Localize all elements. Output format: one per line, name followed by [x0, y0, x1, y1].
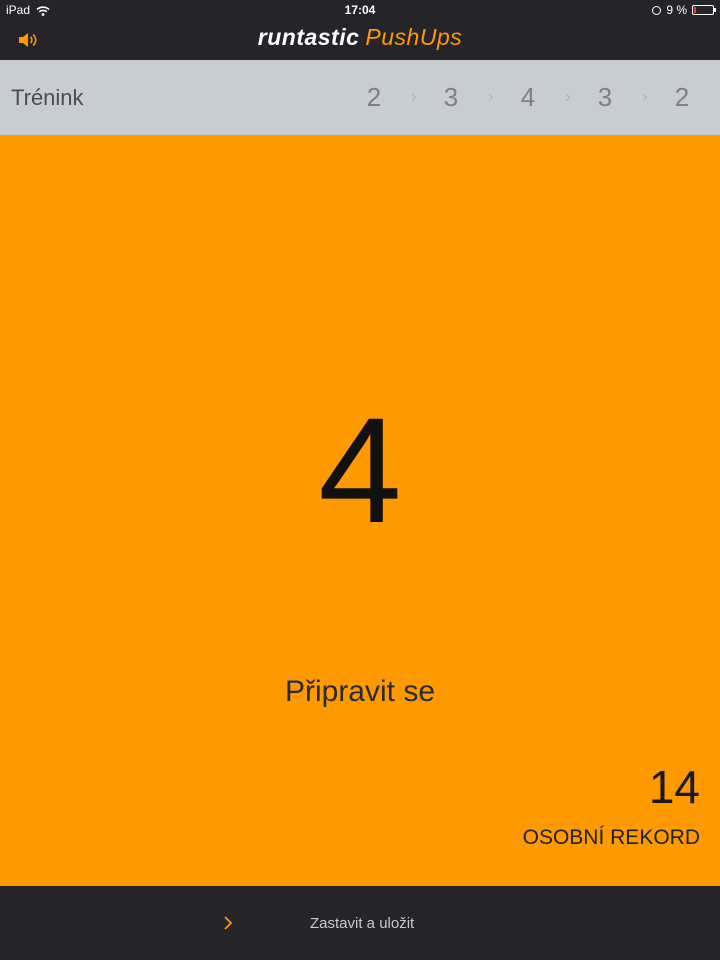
set-item: 2: [674, 82, 690, 112]
status-time: 17:04: [344, 3, 376, 17]
set-separator-icon: [485, 93, 494, 102]
battery-percent: 9 %: [666, 3, 687, 17]
footer-bar: Zastavit a uložit: [0, 886, 720, 960]
set-item: 2: [366, 82, 382, 112]
stop-and-save-label: Zastavit a uložit: [310, 914, 415, 932]
training-label: Trénink: [11, 85, 84, 110]
personal-record-value: 14: [648, 761, 700, 813]
stop-and-save-button[interactable]: Zastavit a uložit: [220, 910, 414, 936]
battery-level: [694, 7, 696, 13]
app-header: runtastic PushUps: [0, 20, 720, 60]
app-logo: runtastic PushUps: [0, 24, 720, 51]
battery-icon: [692, 5, 716, 15]
brand-main: runtastic: [257, 24, 360, 50]
status-right: 9 %: [652, 3, 716, 17]
status-message: Připravit se: [284, 675, 436, 708]
set-item-current: 4: [520, 82, 536, 112]
set-separator-icon: [408, 93, 417, 102]
alarm-icon: [652, 5, 662, 15]
set-separator-icon: [562, 93, 571, 102]
countdown-number: 4: [318, 386, 402, 554]
chevron-right-icon: [224, 916, 233, 930]
set-item: 3: [443, 82, 459, 112]
brand-sub: PushUps: [365, 24, 463, 50]
status-bar: iPad 17:04 9 %: [0, 0, 720, 20]
set-list: 2 3 4 3 2: [340, 60, 720, 135]
set-separator-icon: [639, 93, 648, 102]
training-bar: Trénink 2 3 4 3 2: [0, 60, 720, 135]
set-item: 3: [597, 82, 613, 112]
personal-record-label: OSOBNÍ REKORD: [522, 826, 700, 849]
